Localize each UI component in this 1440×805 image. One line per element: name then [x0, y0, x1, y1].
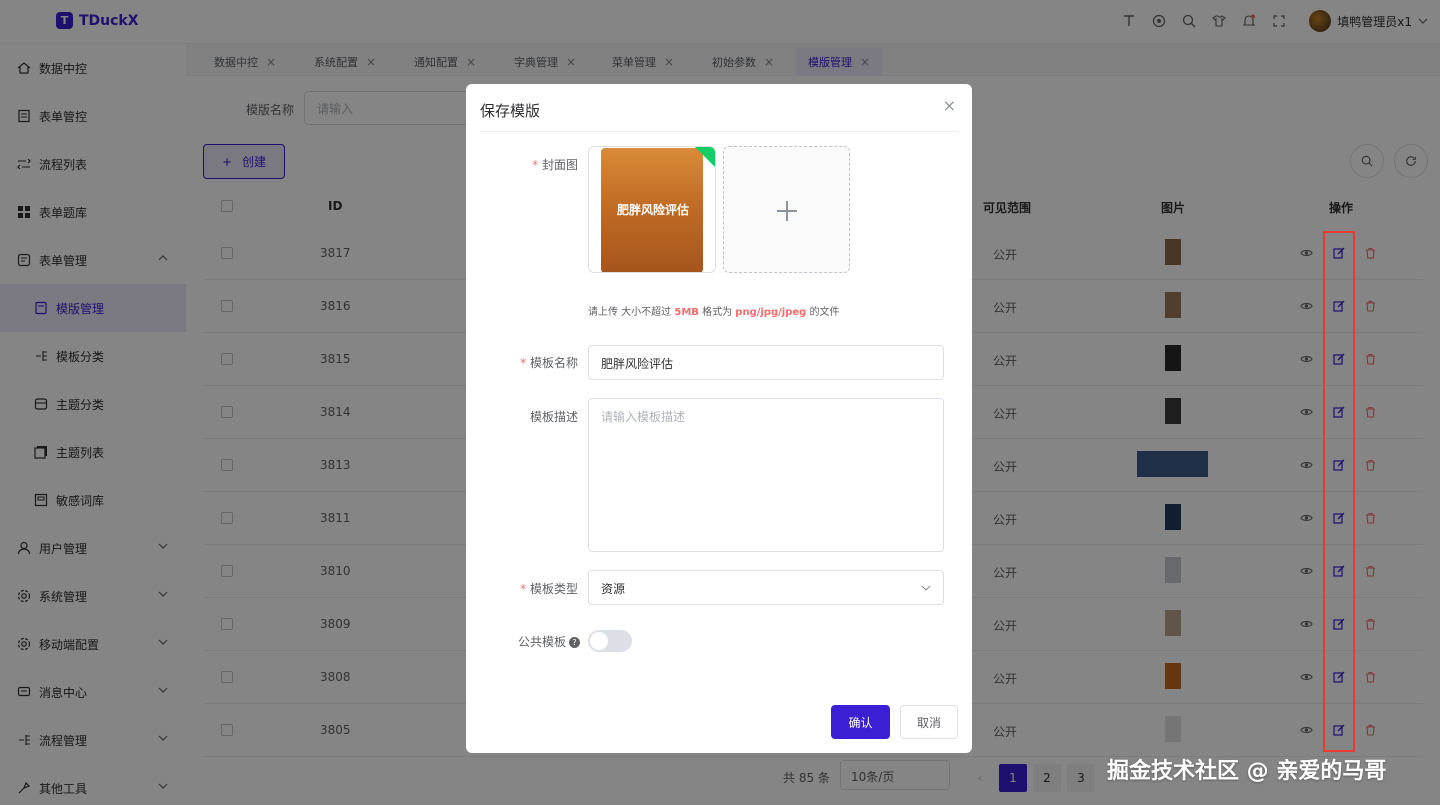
hint-text: 的文件 [809, 307, 840, 318]
dialog-divider [480, 131, 958, 132]
hint-text: 请上传 大小不超过 [588, 307, 672, 318]
type-label-text: 模板类型 [529, 582, 578, 596]
upload-trigger[interactable] [723, 146, 850, 273]
help-icon[interactable]: ? [569, 637, 580, 648]
hint-text: 格式为 [702, 307, 733, 318]
template-name-input[interactable]: 肥胖风险评估 [588, 345, 944, 380]
save-template-dialog: 保存模版 × * 封面图 肥胖风险评估 请上传 大小不超过 5MB 格式为 pn… [466, 84, 972, 753]
required-mark: * [520, 582, 527, 596]
public-label-text: 公共模板 [517, 635, 566, 649]
check-icon [694, 147, 715, 168]
watermark: 掘金技术社区 @ 亲爱的马哥 [1107, 759, 1387, 784]
upload-hint: 请上传 大小不超过 5MB 格式为 png/jpg/jpeg 的文件 [588, 303, 839, 318]
hint-format: png/jpg/jpeg [735, 307, 807, 318]
cover-text: 肥胖风险评估 [616, 203, 689, 217]
required-mark: * [532, 158, 539, 172]
plus-icon-v [786, 201, 788, 221]
chevron-down-icon [921, 585, 931, 591]
desc-label: 模板描述 [529, 410, 578, 424]
cover-image[interactable]: 肥胖风险评估 [588, 146, 716, 273]
confirm-button[interactable]: 确认 [831, 705, 890, 739]
switch-knob [590, 632, 608, 650]
public-label: 公共模板? [496, 633, 580, 650]
cover-label-text: 封面图 [541, 158, 578, 172]
cover-label: * 封面图 [526, 156, 578, 173]
type-label: * 模板类型 [506, 580, 578, 597]
template-desc-textarea[interactable]: 请输入模板描述 [588, 398, 944, 552]
close-icon[interactable]: × [943, 96, 956, 115]
name-label: * 模板名称 [506, 354, 578, 371]
hint-size: 5MB [674, 307, 699, 318]
cancel-button[interactable]: 取消 [900, 705, 958, 739]
public-template-switch[interactable] [588, 630, 632, 652]
required-mark: * [520, 356, 527, 370]
highlight-box [1323, 231, 1355, 752]
template-type-select[interactable]: 资源 [588, 570, 944, 605]
type-value: 资源 [601, 582, 626, 596]
name-label-text: 模板名称 [529, 356, 578, 370]
dialog-title: 保存模版 [480, 102, 541, 120]
